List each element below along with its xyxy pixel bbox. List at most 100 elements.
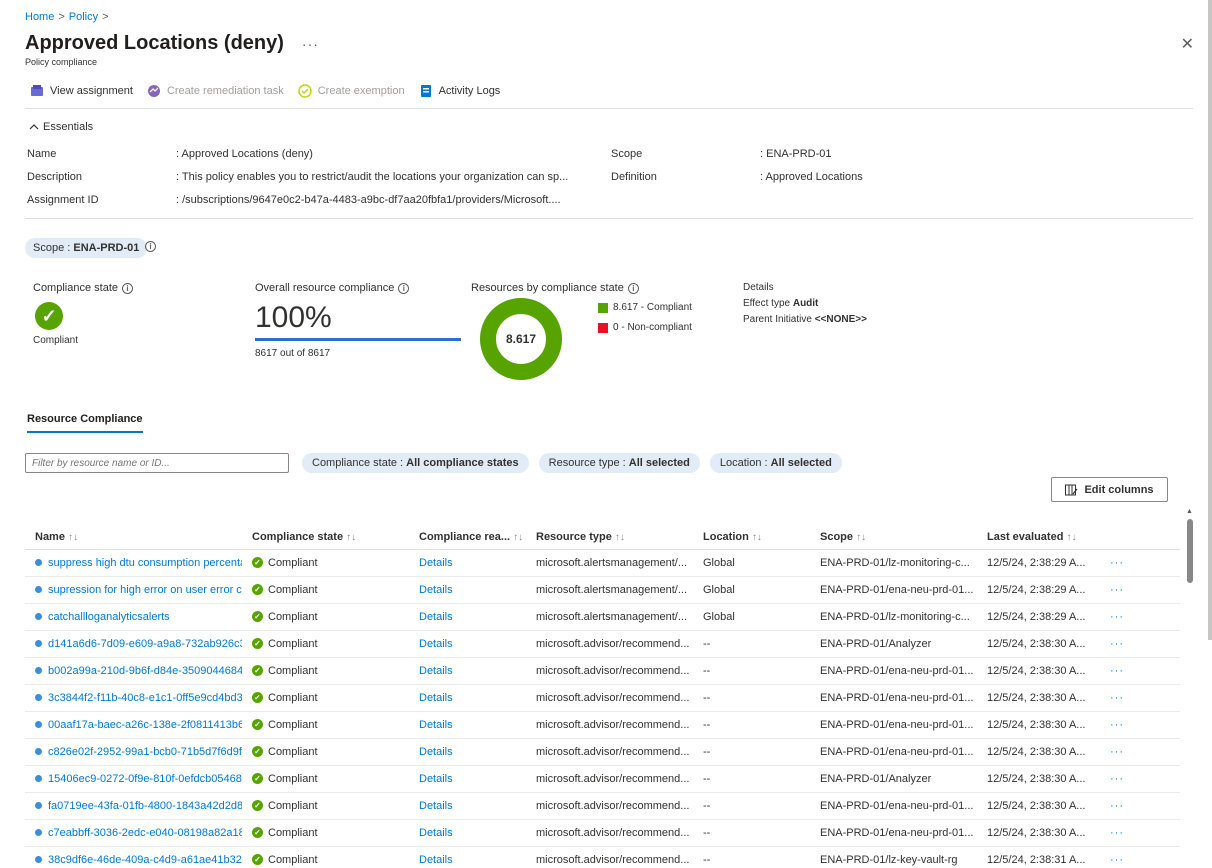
sort-icon[interactable]: ↑↓ [615,532,625,543]
edit-columns-button[interactable]: Edit columns [1051,477,1168,502]
details-link[interactable]: Details [419,665,453,677]
column-header-location[interactable]: Location ↑↓ [693,525,810,550]
view-assignment-button[interactable]: View assignment [30,84,133,98]
column-header-resource-type[interactable]: Resource type ↑↓ [526,525,693,550]
sort-icon[interactable]: ↑↓ [856,532,866,543]
create-exemption-button[interactable]: Create exemption [297,84,405,98]
row-more-actions-button[interactable]: ··· [1110,557,1124,569]
table-row[interactable]: d141a6d6-7d09-e609-a9a8-732ab926c32 ✓ Comp… [25,630,1180,658]
resource-name-link[interactable]: 00aaf17a-baec-a26c-138e-2f0811413b6C [48,719,242,731]
details-link[interactable]: Details [419,800,453,812]
activity-logs-button[interactable]: Activity Logs [419,84,500,98]
resource-name-link[interactable]: fa0719ee-43fa-01fb-4800-1843a42d2d8e [48,800,242,812]
row-more-actions-button[interactable]: ··· [1110,638,1124,650]
column-header-name[interactable]: Name ↑↓ [25,525,242,550]
filter-pills: Compliance state : All compliance states… [302,453,842,473]
table-row[interactable]: 15406ec9-0272-0f9e-810f-0efdcb05468b ✓ Com… [25,765,1180,793]
tab-resource-compliance[interactable]: Resource Compliance [27,413,143,433]
cell-resource-type: microsoft.advisor/recommend... [526,819,693,847]
cell-scope: ENA-PRD-01/Analyzer [810,630,977,658]
resource-name-link[interactable]: c826e02f-2952-99a1-bcb0-71b5d7f6d9f7 [48,746,242,758]
table-row[interactable]: fa0719ee-43fa-01fb-4800-1843a42d2d8e ✓ Com… [25,792,1180,820]
page-subtitle: Policy compliance [25,57,98,67]
row-more-actions-button[interactable]: ··· [1110,800,1124,812]
row-more-actions-button[interactable]: ··· [1110,827,1124,839]
filter-compliance-state[interactable]: Compliance state : All compliance states [302,453,529,473]
details-link[interactable]: Details [419,638,453,650]
details-link[interactable]: Details [419,827,453,839]
column-header-last-evaluated[interactable]: Last evaluated ↑↓ [977,525,1100,550]
sort-icon[interactable]: ↑↓ [346,532,356,543]
sort-icon[interactable]: ↑↓ [68,532,78,543]
table-row[interactable]: supression for high error on user error … [25,576,1180,604]
resource-name-link[interactable]: 15406ec9-0272-0f9e-810f-0efdcb05468b [48,773,242,785]
resource-filter-input[interactable] [25,453,289,473]
legend-compliant: 8.617 - Compliant [598,302,692,313]
row-more-actions-button[interactable]: ··· [1110,692,1124,704]
info-icon[interactable]: i [145,240,156,252]
details-link[interactable]: Details [419,719,453,731]
breadcrumb-home[interactable]: Home [25,11,54,23]
cell-resource-type: microsoft.advisor/recommend... [526,684,693,712]
cell-resource-type: microsoft.advisor/recommend... [526,846,693,868]
row-more-actions-button[interactable]: ··· [1110,611,1124,623]
details-link[interactable]: Details [419,584,453,596]
row-more-actions-button[interactable]: ··· [1110,665,1124,677]
details-link[interactable]: Details [419,611,453,623]
details-link[interactable]: Details [419,854,453,866]
resource-name-link[interactable]: d141a6d6-7d09-e609-a9a8-732ab926c32 [48,638,242,650]
close-icon[interactable]: ✕ [1181,34,1194,54]
info-icon[interactable]: i [627,282,639,294]
page-scrollbar[interactable] [1208,0,1212,640]
resource-name-link[interactable]: supression for high error on user error … [48,584,242,596]
table-row[interactable]: catchallloganalyticsalerts ✓ Compliant Deta… [25,603,1180,631]
resource-name-link[interactable]: catchallloganalyticsalerts [48,611,170,623]
create-remediation-task-button[interactable]: Create remediation task [147,84,284,98]
cell-last-evaluated: 12/5/24, 2:38:29 A... [977,576,1100,604]
info-icon[interactable]: i [398,282,410,294]
scroll-up-arrow-icon[interactable]: ▲ [1186,508,1193,515]
essentials-toggle[interactable]: Essentials [29,121,93,133]
scope-pill[interactable]: Scope : ENA-PRD-01 [25,238,148,258]
table-row[interactable]: 3c3844f2-f11b-40c8-e1c1-0ff5e9cd4bd3 ✓ Com… [25,684,1180,712]
view-assignment-icon [31,85,43,96]
details-link[interactable]: Details [419,692,453,704]
resource-name-link[interactable]: 38c9df6e-46de-409a-c4d9-a61ae41b323 [48,854,242,866]
column-header-scope[interactable]: Scope ↑↓ [810,525,977,550]
sort-icon[interactable]: ↑↓ [752,532,762,543]
breadcrumb-policy[interactable]: Policy [69,11,98,23]
filter-resource-type[interactable]: Resource type : All selected [538,453,700,473]
info-icon[interactable]: i [122,282,133,294]
cell-last-evaluated: 12/5/24, 2:38:30 A... [977,657,1100,685]
column-header-label: Location [703,530,749,543]
resource-name-link[interactable]: 3c3844f2-f11b-40c8-e1c1-0ff5e9cd4bd3 [48,692,242,704]
sort-icon[interactable]: ↑↓ [1066,532,1076,543]
column-header-compliance-state[interactable]: Compliance state ↑↓ [242,525,409,550]
row-more-actions-button[interactable]: ··· [1110,746,1124,758]
table-row[interactable]: 38c9df6e-46de-409a-c4d9-a61ae41b323 ✓ Comp… [25,846,1180,868]
cell-last-evaluated: 12/5/24, 2:38:30 A... [977,765,1100,793]
sort-icon[interactable]: ↑↓ [513,532,523,543]
row-more-actions-button[interactable]: ··· [1110,854,1124,866]
table-row[interactable]: b002a99a-210d-9b6f-d84e-350904468442 ✓ Com… [25,657,1180,685]
table-scrollbar-thumb[interactable] [1187,519,1193,583]
table-row[interactable]: suppress high dtu consumption percenta ✓ C… [25,549,1180,577]
table-row[interactable]: c7eabbff-3036-2edc-e040-08198a82a184 ✓ Com… [25,819,1180,847]
column-header-compliance-reason[interactable]: Compliance rea... ↑↓ [409,525,526,550]
more-options-button[interactable]: ··· [302,36,319,52]
resource-name-link[interactable]: suppress high dtu consumption percenta [48,557,242,569]
resource-name-link[interactable]: b002a99a-210d-9b6f-d84e-350904468442 [48,665,242,677]
table-row[interactable]: c826e02f-2952-99a1-bcb0-71b5d7f6d9f7 ✓ Com… [25,738,1180,766]
cell-name: catchallloganalyticsalerts [25,603,242,631]
filter-location[interactable]: Location : All selected [709,453,842,473]
resource-name-link[interactable]: c7eabbff-3036-2edc-e040-08198a82a184 [48,827,242,839]
details-link[interactable]: Details [419,557,453,569]
resources-by-state-label: Resources by compliance state [471,282,624,294]
row-more-actions-button[interactable]: ··· [1110,584,1124,596]
row-more-actions-button[interactable]: ··· [1110,719,1124,731]
details-link[interactable]: Details [419,746,453,758]
table-row[interactable]: 00aaf17a-baec-a26c-138e-2f0811413b6C ✓ Com… [25,711,1180,739]
row-more-actions-button[interactable]: ··· [1110,773,1124,785]
details-link[interactable]: Details [419,773,453,785]
compliant-check-icon: ✓ [252,800,263,812]
